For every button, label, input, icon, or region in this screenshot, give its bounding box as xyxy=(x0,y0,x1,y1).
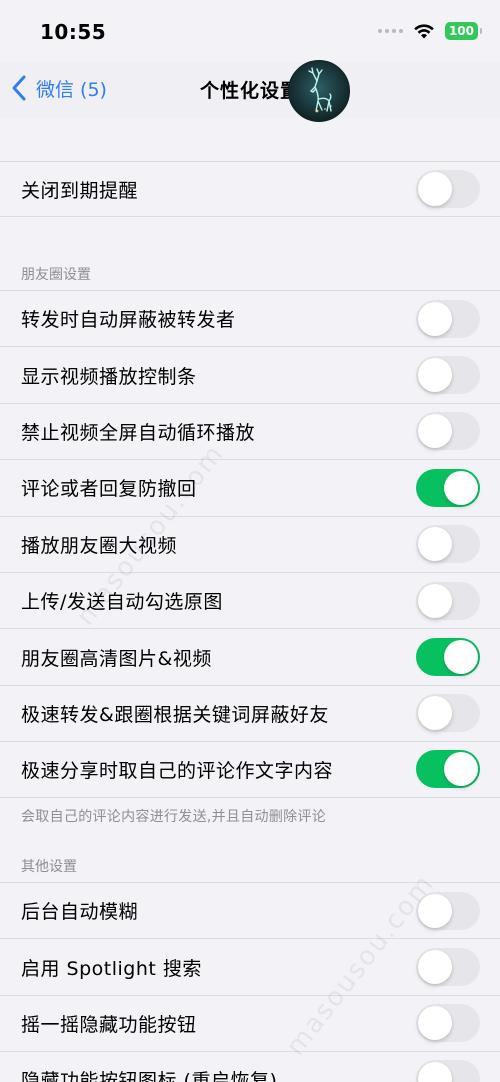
setting-label: 启用 Spotlight 搜索 xyxy=(21,957,202,980)
moments-group: 转发时自动屏蔽被转发者 显示视频播放控制条 禁止视频全屏自动循环播放 评论或者回… xyxy=(0,290,500,798)
toggle-knob xyxy=(418,893,452,928)
setting-label: 后台自动模糊 xyxy=(21,901,139,924)
setting-row: 朋友圈高清图片&视频 xyxy=(0,628,500,685)
section-footer: 会取自己的评论内容进行发送,并且自动删除评论 xyxy=(21,809,327,825)
setting-row: 后台自动模糊 xyxy=(0,882,500,939)
battery-icon: 100 xyxy=(444,22,483,40)
toggle-switch[interactable] xyxy=(416,1004,480,1043)
setting-label: 播放朋友圈大视频 xyxy=(21,534,178,557)
toggle-switch[interactable] xyxy=(416,638,480,677)
toggle-knob xyxy=(444,470,478,505)
setting-label: 关闭到期提醒 xyxy=(21,179,139,202)
toggle-knob xyxy=(444,640,478,675)
toggle-switch[interactable] xyxy=(416,750,480,789)
setting-row: 禁止视频全屏自动循环播放 xyxy=(0,402,500,460)
setting-row: 关闭到期提醒 xyxy=(0,161,500,218)
toggle-knob xyxy=(418,950,452,985)
setting-label: 极速转发&跟圈根据关键词屏蔽好友 xyxy=(21,703,329,726)
setting-label: 上传/发送自动勾选原图 xyxy=(21,591,223,614)
setting-row: 摇一摇隐藏功能按钮 xyxy=(0,994,500,1052)
status-bar: 10:55 100 xyxy=(0,0,500,62)
section-header: 朋友圈设置 xyxy=(21,267,91,283)
toggle-switch[interactable] xyxy=(416,581,480,620)
toggle-knob xyxy=(418,583,452,618)
nav-bar: 微信 (5) 个性化设置 xyxy=(0,62,500,118)
toggle-knob xyxy=(418,527,452,562)
setting-row: 播放朋友圈大视频 xyxy=(0,515,500,572)
wifi-icon xyxy=(414,24,434,39)
toggle-knob xyxy=(444,752,478,787)
setting-label: 隐藏功能按钮图标 (重启恢复) xyxy=(21,1069,278,1082)
setting-row: 显示视频播放控制条 xyxy=(0,346,500,403)
toggle-switch[interactable] xyxy=(416,299,480,338)
setting-label: 摇一摇隐藏功能按钮 xyxy=(21,1013,197,1036)
toggle-switch[interactable] xyxy=(416,694,480,733)
setting-row: 启用 Spotlight 搜索 xyxy=(0,938,500,995)
toggle-switch[interactable] xyxy=(416,170,480,209)
setting-row: 隐藏功能按钮图标 (重启恢复) xyxy=(0,1051,500,1082)
toggle-knob xyxy=(418,358,452,393)
setting-label: 禁止视频全屏自动循环播放 xyxy=(21,421,256,444)
toggle-switch[interactable] xyxy=(416,356,480,395)
toggle-switch[interactable] xyxy=(416,1060,480,1082)
page-title: 个性化设置 xyxy=(199,80,300,102)
deer-icon xyxy=(308,67,332,113)
toggle-knob xyxy=(418,172,452,207)
setting-row: 极速转发&跟圈根据关键词屏蔽好友 xyxy=(0,684,500,742)
toggle-switch[interactable] xyxy=(416,948,480,987)
setting-label: 转发时自动屏蔽被转发者 xyxy=(21,309,236,332)
setting-label: 极速分享时取自己的评论作文字内容 xyxy=(21,759,334,782)
toggle-switch[interactable] xyxy=(416,412,480,451)
setting-label: 显示视频播放控制条 xyxy=(21,365,197,388)
toggle-knob xyxy=(418,301,452,336)
setting-label: 评论或者回复防撤回 xyxy=(21,478,197,501)
setting-label: 朋友圈高清图片&视频 xyxy=(21,647,212,670)
cellular-signal-icon xyxy=(377,29,403,33)
toggle-knob xyxy=(418,1006,452,1041)
toggle-switch[interactable] xyxy=(416,468,480,507)
avatar[interactable] xyxy=(288,60,350,122)
status-time: 10:55 xyxy=(40,20,107,44)
setting-row: 转发时自动屏蔽被转发者 xyxy=(0,290,500,347)
toggle-switch[interactable] xyxy=(416,525,480,564)
other-group: 后台自动模糊 启用 Spotlight 搜索 摇一摇隐藏功能按钮 隐藏功能按钮图… xyxy=(0,882,500,1082)
setting-row: 上传/发送自动勾选原图 xyxy=(0,571,500,629)
toggle-knob xyxy=(418,414,452,449)
setting-row: 评论或者回复防撤回 xyxy=(0,459,500,516)
toggle-knob xyxy=(418,1062,452,1082)
toggle-knob xyxy=(418,696,452,731)
toggle-switch[interactable] xyxy=(416,891,480,930)
setting-row: 极速分享时取自己的评论作文字内容 xyxy=(0,741,500,798)
top-group: 关闭到期提醒 xyxy=(0,161,500,218)
status-icons: 100 xyxy=(377,22,483,40)
section-header: 其他设置 xyxy=(21,859,77,875)
